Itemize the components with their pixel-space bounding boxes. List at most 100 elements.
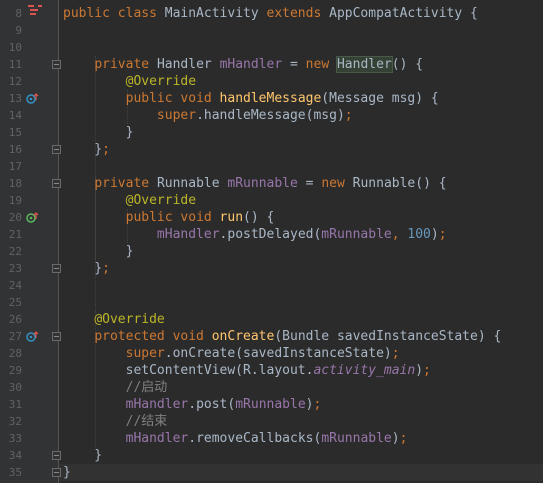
fold-marker-icon[interactable] — [52, 145, 61, 154]
code-token: } — [63, 244, 134, 259]
line-number: 12 — [8, 75, 22, 88]
code-line[interactable]: //启动 — [63, 379, 168, 396]
fold-marker-icon[interactable] — [52, 264, 61, 273]
code-line[interactable]: @Override — [63, 311, 165, 328]
code-token: } — [63, 125, 134, 140]
code-editor[interactable]: 8 9 10 11 12 13 14 15 16 17 18 19 20 21 22 23 24 25 26 27 28… — [0, 0, 543, 483]
code-line[interactable]: public class MainActivity extends AppCom… — [63, 5, 478, 22]
code-token: run — [219, 210, 244, 225]
code-token: new — [321, 176, 353, 191]
code-token: mRunnable — [321, 227, 392, 242]
code-token: ; — [438, 227, 447, 242]
code-token: mRunnable — [321, 431, 392, 446]
code-token: public void — [125, 91, 220, 106]
code-token: .postDelayed( — [219, 227, 322, 242]
code-line[interactable]: mHandler.post(mRunnable); — [63, 396, 322, 413]
code-token: ; — [399, 431, 408, 446]
line-number: 20 — [8, 211, 22, 224]
code-line[interactable]: private Runnable mRunnable = new Runnabl… — [63, 175, 447, 192]
code-token: 100 — [407, 227, 431, 242]
code-line[interactable]: } — [63, 124, 134, 141]
code-token: ; — [423, 363, 431, 378]
code-line[interactable]: private Handler mHandler = new Handler()… — [63, 56, 423, 73]
line-number: 22 — [8, 245, 22, 258]
code-token: .handleMessage(msg) — [196, 108, 345, 123]
code-token: mRunnable — [227, 176, 298, 191]
code-line[interactable]: @Override — [63, 192, 196, 209]
line-number: 31 — [8, 398, 22, 411]
code-token: ) — [305, 397, 314, 412]
code-line[interactable]: setContentView(R.layout.activity_main); — [63, 362, 431, 379]
line-number: 17 — [8, 160, 22, 173]
code-token: @Override — [94, 312, 165, 327]
code-token: () { — [391, 57, 424, 72]
code-token: super — [125, 346, 165, 361]
code-token: = — [282, 57, 306, 72]
line-number: 34 — [8, 449, 22, 462]
code-token: AppCompatActivity { — [329, 6, 478, 21]
line-number: 10 — [8, 41, 22, 54]
line-number: 14 — [8, 109, 22, 122]
override-method-icon[interactable] — [26, 93, 39, 104]
code-token: Handler — [335, 56, 393, 73]
code-line[interactable]: public void handleMessage(Message msg) { — [63, 90, 439, 107]
code-token: () { — [243, 210, 275, 225]
fold-marker-icon[interactable] — [52, 451, 61, 460]
code-token: @Override — [125, 74, 197, 89]
line-number: 8 — [15, 7, 22, 20]
editor-gutter[interactable]: 8 9 10 11 12 13 14 15 16 17 18 19 20 21 22 23 24 25 26 27 28… — [0, 0, 59, 483]
code-line[interactable]: } — [63, 464, 71, 481]
code-token: Runnable() { — [352, 176, 447, 191]
code-line[interactable]: mHandler.postDelayed(mRunnable, 100); — [63, 226, 447, 243]
code-comment: //启动 — [125, 380, 168, 395]
code-line[interactable]: super.handleMessage(msg); — [63, 107, 353, 124]
code-token: protected void — [94, 329, 212, 344]
code-line[interactable]: @Override — [63, 73, 196, 90]
code-token: private — [94, 57, 157, 72]
code-line[interactable]: }; — [63, 141, 110, 158]
line-number: 24 — [8, 279, 22, 292]
code-area[interactable]: public class MainActivity extends AppCom… — [59, 0, 543, 483]
fold-marker-icon[interactable] — [52, 179, 61, 188]
line-number: 30 — [8, 381, 22, 394]
code-line[interactable]: public void run() { — [63, 209, 275, 226]
line-number: 23 — [8, 262, 22, 275]
code-line[interactable]: protected void onCreate(Bundle savedInst… — [63, 328, 501, 345]
code-line[interactable]: //结束 — [63, 413, 168, 430]
code-token: mHandler — [219, 57, 283, 72]
fold-marker-icon[interactable] — [52, 332, 61, 341]
code-token: onCreate — [211, 329, 275, 344]
code-line[interactable]: }; — [63, 260, 110, 277]
implement-method-icon[interactable] — [26, 212, 39, 223]
code-token: , — [391, 227, 408, 242]
code-token: .onCreate(savedInstanceState) — [164, 346, 392, 361]
code-token: ; — [313, 397, 322, 412]
line-number: 26 — [8, 313, 22, 326]
code-line[interactable]: mHandler.removeCallbacks(mRunnable); — [63, 430, 408, 447]
code-line[interactable]: } — [63, 447, 102, 464]
line-number: 28 — [8, 347, 22, 360]
line-number: 9 — [15, 24, 22, 37]
code-token: ; — [344, 108, 353, 123]
code-token: .post( — [188, 397, 236, 412]
code-token: mHandler — [125, 431, 189, 446]
class-structure-icon[interactable] — [28, 5, 42, 16]
code-token: mHandler — [156, 227, 220, 242]
fold-marker-icon[interactable] — [52, 60, 61, 69]
line-number: 18 — [8, 177, 22, 190]
code-token: public class — [63, 6, 165, 21]
code-token: mRunnable — [235, 397, 306, 412]
code-line[interactable]: super.onCreate(savedInstanceState); — [63, 345, 400, 362]
code-token: activity_main — [313, 363, 416, 378]
code-token: Handler — [156, 57, 220, 72]
line-number: 16 — [8, 143, 22, 156]
code-line[interactable]: } — [63, 243, 134, 260]
override-method-icon[interactable] — [26, 331, 39, 342]
fold-marker-icon[interactable] — [52, 468, 61, 477]
